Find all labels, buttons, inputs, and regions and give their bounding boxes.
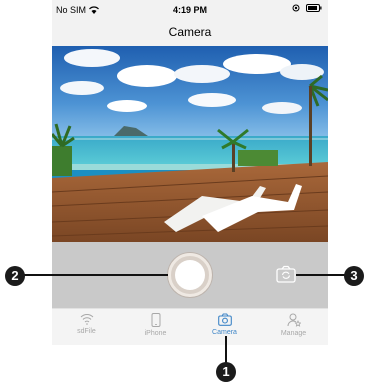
wifi-icon xyxy=(80,314,93,325)
callout-3-line xyxy=(296,274,346,276)
battery-icon xyxy=(306,4,322,12)
tab-label: Camera xyxy=(212,329,237,336)
tab-iphone[interactable]: iPhone xyxy=(121,313,190,337)
switch-camera-icon[interactable] xyxy=(276,265,296,283)
callout-1-badge: 1 xyxy=(216,362,236,382)
callout-3-badge: 3 xyxy=(344,266,364,286)
camera-preview xyxy=(52,46,328,242)
tab-bar: sdFile iPhone Camera Manage xyxy=(52,308,328,345)
tab-label: Manage xyxy=(280,330,307,337)
tab-camera[interactable]: Camera xyxy=(190,313,259,336)
iphone-icon xyxy=(151,313,160,327)
tab-label: iPhone xyxy=(144,330,167,337)
status-time: 4:19 PM xyxy=(172,5,207,15)
phone-screen: No SIM 4:19 PM Camera sdFile iPhone Came… xyxy=(52,0,328,345)
callout-1-line xyxy=(225,336,227,364)
tab-label: sdFile xyxy=(77,328,96,335)
callout-2-badge: 2 xyxy=(5,266,25,286)
shutter-button[interactable] xyxy=(168,253,212,297)
callout-2-line xyxy=(22,274,168,276)
tab-manage[interactable]: Manage xyxy=(259,313,328,337)
page-title: Camera xyxy=(168,25,212,39)
tab-sdfile[interactable]: sdFile xyxy=(52,313,121,335)
orientation-lock-icon xyxy=(292,4,300,12)
beach-scene-image xyxy=(52,46,328,242)
status-bar: No SIM 4:19 PM xyxy=(52,0,328,20)
camera-icon xyxy=(217,313,232,326)
nav-bar: Camera xyxy=(52,20,328,46)
manage-user-icon xyxy=(287,313,301,327)
